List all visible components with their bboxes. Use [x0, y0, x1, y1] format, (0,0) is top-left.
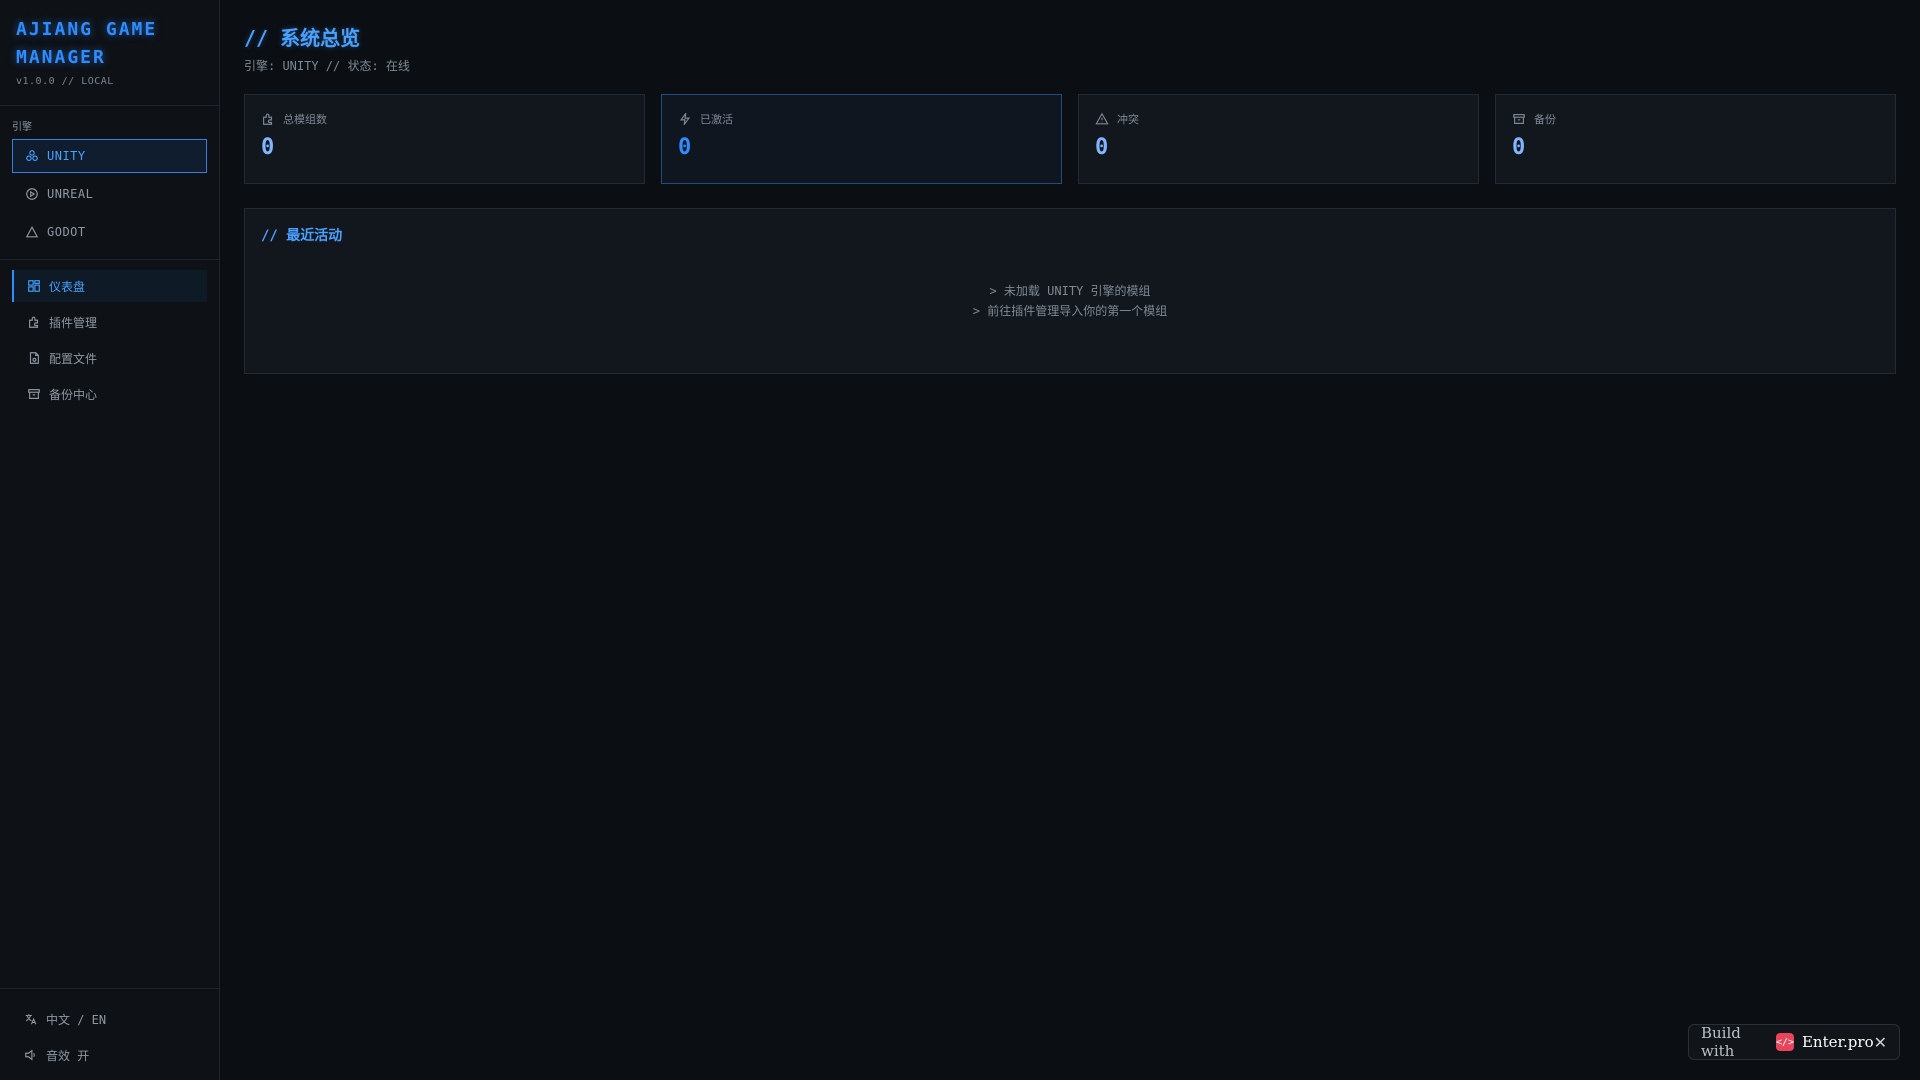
puzzle-icon	[261, 112, 275, 126]
stat-card-backups: 备份 0	[1495, 94, 1896, 184]
stat-card-total-mods: 总模组数 0	[244, 94, 645, 184]
app-version: v1.0.0 // LOCAL	[16, 76, 114, 87]
stat-label-row: 总模组数	[261, 111, 628, 127]
engine-section-label: 引擎	[12, 122, 32, 133]
stat-value: 0	[678, 135, 692, 160]
nav-item-dashboard[interactable]: 仪表盘	[12, 270, 207, 302]
archive-icon	[27, 387, 41, 401]
nav-label: 配置文件	[49, 351, 98, 366]
dashboard-icon	[27, 279, 41, 293]
stat-label-row: 已激活	[678, 111, 1045, 127]
stat-label: 已激活	[700, 113, 733, 126]
badge-build-text: Build with	[1701, 1024, 1741, 1060]
nav-label: 插件管理	[49, 315, 98, 330]
speaker-icon	[24, 1048, 38, 1062]
language-label: 中文 / EN	[46, 1012, 107, 1027]
page-title: // 系统总览	[244, 26, 361, 50]
sidebar-divider	[0, 259, 219, 260]
engine-label: GODOT	[47, 225, 86, 239]
brand: AJIANG GAME MANAGER v1.0.0 // LOCAL	[0, 0, 219, 106]
stat-label: 备份	[1534, 113, 1556, 126]
nav-label: 仪表盘	[49, 279, 86, 294]
godot-icon	[25, 225, 39, 239]
engine-item-unity[interactable]: UNITY	[12, 139, 207, 173]
translate-icon	[24, 1012, 38, 1026]
stat-card-active: 已激活 0	[661, 94, 1062, 184]
stat-card-conflicts: 冲突 0	[1078, 94, 1479, 184]
nav-item-backup[interactable]: 备份中心	[12, 378, 207, 410]
stat-label-row: 备份	[1512, 111, 1879, 127]
empty-line-1: > 未加载 UNITY 引擎的模组	[989, 284, 1151, 298]
unity-icon	[25, 149, 39, 163]
unreal-icon	[25, 187, 39, 201]
language-toggle[interactable]: 中文 / EN	[24, 1001, 219, 1037]
nav-item-config[interactable]: 配置文件	[12, 342, 207, 374]
close-icon[interactable]: ✕	[1874, 1033, 1887, 1052]
stat-label: 冲突	[1117, 113, 1139, 126]
sound-label: 音效 开	[46, 1048, 90, 1063]
stat-value: 0	[1095, 135, 1109, 160]
empty-line-2: > 前往插件管理导入你的第一个模组	[972, 304, 1168, 318]
stats-row: 总模组数 0 已激活 0 冲突 0 备份 0	[244, 94, 1896, 184]
badge-brand: Enter.pro	[1801, 1033, 1874, 1051]
main-content: // 系统总览 引擎: UNITY // 状态: 在线 总模组数 0 已激活 0	[220, 0, 1920, 1080]
engine-label: UNITY	[47, 149, 86, 163]
nav-list: 仪表盘 插件管理 配置文件 备份中心	[0, 270, 219, 410]
engine-list: UNITY UNREAL GODOT	[0, 139, 219, 249]
lightning-icon	[678, 112, 692, 126]
engine-item-unreal[interactable]: UNREAL	[12, 177, 207, 211]
file-icon	[27, 351, 41, 365]
engine-label: UNREAL	[47, 187, 94, 201]
archive-icon	[1512, 112, 1526, 126]
warning-icon	[1095, 112, 1109, 126]
engine-item-godot[interactable]: GODOT	[12, 215, 207, 249]
stat-label: 总模组数	[283, 113, 327, 126]
enter-pro-logo-icon: </>	[1776, 1033, 1794, 1051]
sidebar-footer: 中文 / EN 音效 开	[0, 988, 219, 1080]
stat-value: 0	[261, 135, 275, 160]
app-title: AJIANG GAME MANAGER	[16, 19, 158, 68]
build-with-badge[interactable]: Build with </> Enter.pro ✕	[1688, 1024, 1900, 1060]
sidebar: AJIANG GAME MANAGER v1.0.0 // LOCAL 引擎 U…	[0, 0, 220, 1080]
sound-toggle[interactable]: 音效 开	[24, 1037, 219, 1073]
nav-item-plugins[interactable]: 插件管理	[12, 306, 207, 338]
stat-label-row: 冲突	[1095, 111, 1462, 127]
puzzle-icon	[27, 315, 41, 329]
activity-empty-state: > 未加载 UNITY 引擎的模组 > 前往插件管理导入你的第一个模组	[261, 281, 1879, 321]
nav-label: 备份中心	[49, 387, 98, 402]
page-subtitle: 引擎: UNITY // 状态: 在线	[244, 59, 410, 73]
recent-activity-panel: // 最近活动 > 未加载 UNITY 引擎的模组 > 前往插件管理导入你的第一…	[244, 208, 1896, 374]
activity-title: // 最近活动	[261, 228, 343, 244]
stat-value: 0	[1512, 135, 1526, 160]
